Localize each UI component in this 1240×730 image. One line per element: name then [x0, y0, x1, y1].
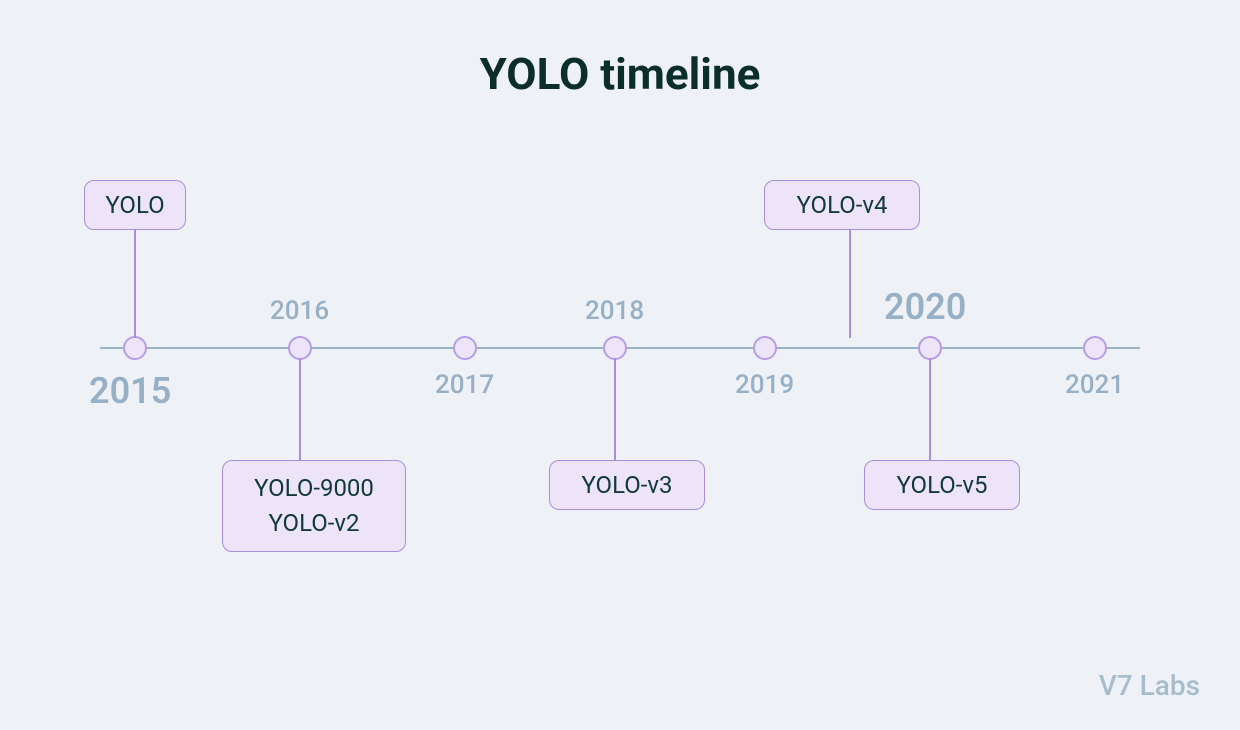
year-label-2017: 2017 — [435, 370, 494, 400]
event-yolo-v4: YOLO-v4 — [764, 180, 920, 230]
year-label-2019: 2019 — [735, 370, 794, 400]
watermark: V7 Labs — [1099, 669, 1200, 702]
event-yolo: YOLO — [84, 180, 186, 230]
timeline-node-2017 — [453, 336, 477, 360]
year-label-2016: 2016 — [270, 296, 329, 326]
timeline-node-2021 — [1083, 336, 1107, 360]
connector-yolo-v4 — [849, 230, 851, 338]
connector-yolo — [134, 230, 136, 338]
connector-yolo-v3 — [614, 358, 616, 460]
timeline-node-2020 — [918, 336, 942, 360]
timeline-node-2016 — [288, 336, 312, 360]
connector-yolo-9000 — [299, 358, 301, 460]
diagram-title: YOLO timeline — [0, 48, 1240, 100]
timeline-node-2018 — [603, 336, 627, 360]
event-yolo-v5: YOLO-v5 — [864, 460, 1020, 510]
event-yolo-v3: YOLO-v3 — [549, 460, 705, 510]
year-label-2015: 2015 — [89, 370, 171, 412]
year-label-2021: 2021 — [1065, 370, 1124, 400]
timeline-node-2015 — [123, 336, 147, 360]
event-yolo-9000: YOLO-9000 YOLO-v2 — [222, 460, 406, 552]
year-label-2018: 2018 — [585, 296, 644, 326]
timeline-node-2019 — [753, 336, 777, 360]
connector-yolo-v5 — [929, 358, 931, 460]
year-label-2020: 2020 — [884, 286, 966, 328]
